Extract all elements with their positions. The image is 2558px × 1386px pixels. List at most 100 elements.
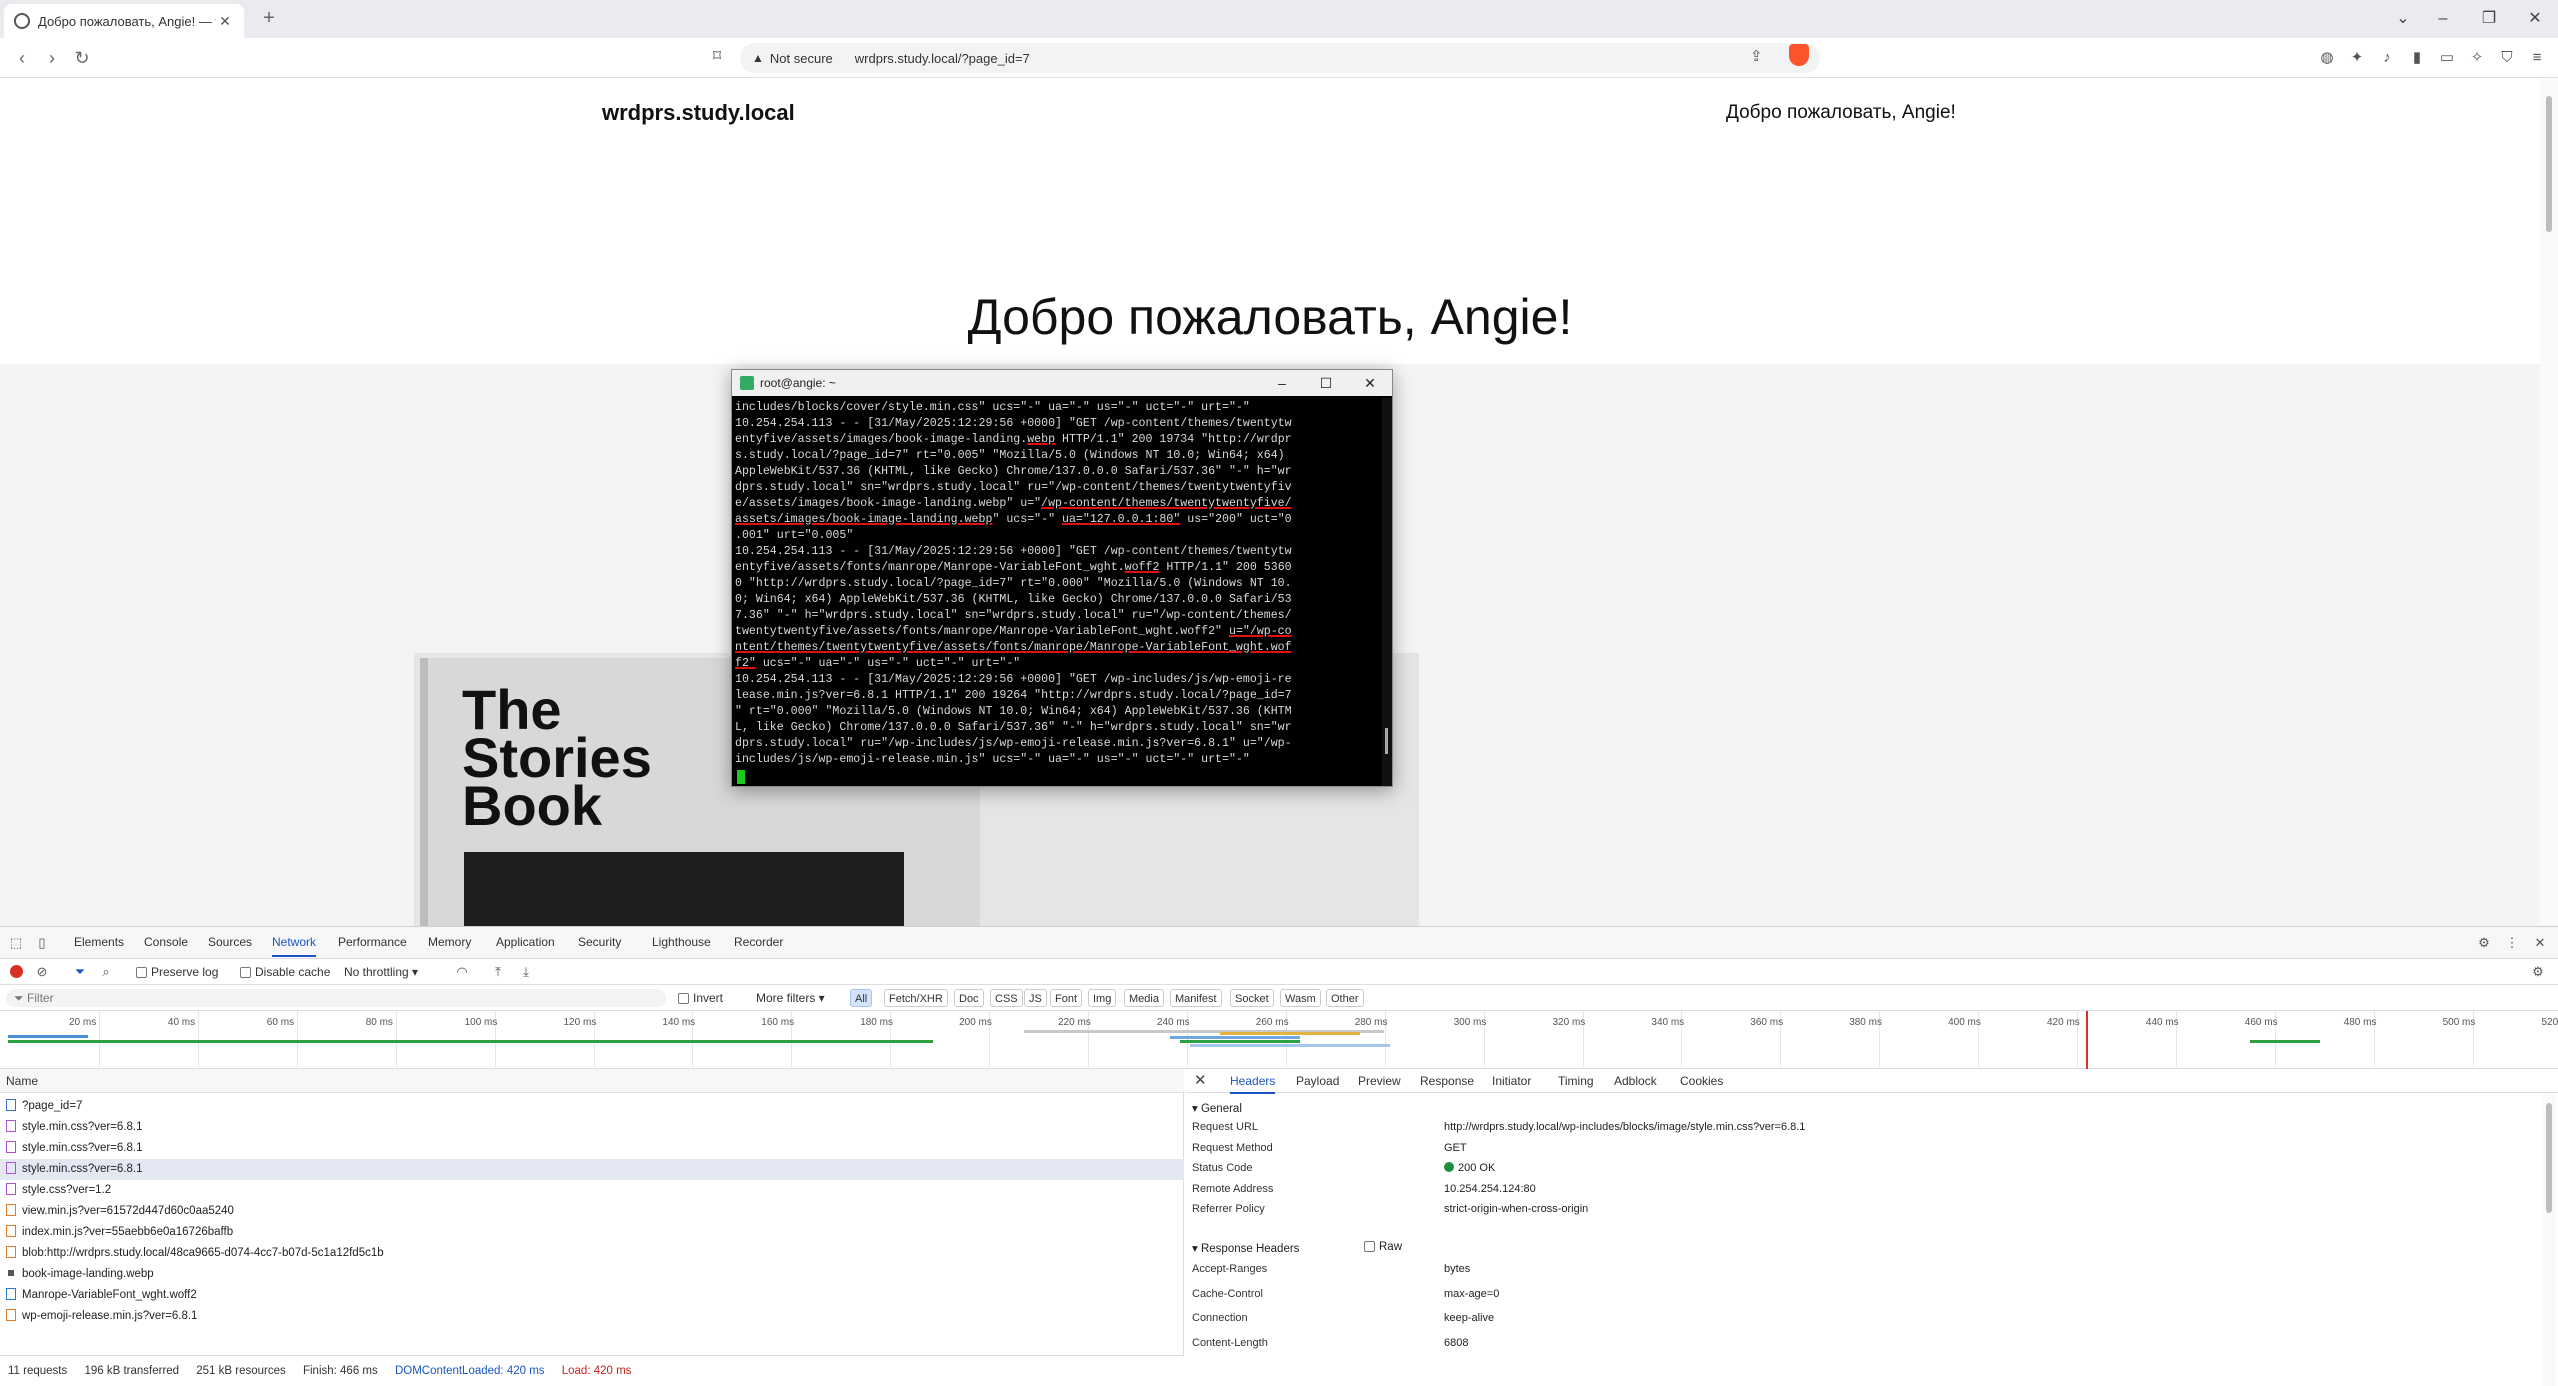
devtools-tab-performance[interactable]: Performance bbox=[338, 935, 407, 949]
clear-icon[interactable]: ⊘ bbox=[32, 962, 52, 982]
brave-shields-icon[interactable] bbox=[1789, 44, 1809, 66]
request-row[interactable]: style.min.css?ver=6.8.1 bbox=[0, 1138, 1184, 1159]
forward-arrow-icon[interactable]: › bbox=[38, 44, 66, 72]
vpn-icon[interactable]: ⛉ bbox=[2496, 47, 2518, 69]
devtools-tab-recorder[interactable]: Recorder bbox=[734, 935, 783, 949]
devtools-settings-gear-icon[interactable]: ⚙ bbox=[2474, 933, 2494, 953]
share-icon[interactable]: ⇪ bbox=[1750, 47, 1763, 65]
devtools-tab-sources[interactable]: Sources bbox=[208, 935, 252, 949]
network-overview-timeline[interactable]: 20 ms 40 ms 60 ms 80 ms 100 ms 120 ms 140 ms 16… bbox=[0, 1011, 2558, 1069]
type-filter-all[interactable]: All bbox=[850, 989, 873, 1007]
throttling-select[interactable]: No throttling ▾ bbox=[344, 965, 418, 979]
close-detail-icon[interactable]: ✕ bbox=[1194, 1071, 1207, 1089]
type-filter-manifest[interactable]: Manifest bbox=[1170, 989, 1222, 1007]
terminal-close-button[interactable]: ✕ bbox=[1348, 370, 1392, 396]
devtools-tab-memory[interactable]: Memory bbox=[428, 935, 471, 949]
devtools-tab-lighthouse[interactable]: Lighthouse bbox=[652, 935, 711, 949]
request-row[interactable]: book-image-landing.webp bbox=[0, 1264, 1184, 1285]
network-conditions-icon[interactable]: ◠ bbox=[452, 962, 472, 982]
menu-icon[interactable]: ≡ bbox=[2526, 47, 2548, 69]
welcome-nav-link[interactable]: Добро пожаловать, Angie! bbox=[1726, 102, 1956, 124]
terminal-maximize-button[interactable]: ☐ bbox=[1304, 370, 1348, 396]
reload-icon[interactable]: ↻ bbox=[68, 44, 96, 72]
network-settings-gear-icon[interactable]: ⚙ bbox=[2528, 962, 2548, 982]
request-row[interactable]: style.css?ver=1.2 bbox=[0, 1180, 1184, 1201]
filter-input[interactable]: ⏷ Filter bbox=[6, 989, 666, 1007]
wallet-icon[interactable]: ▭ bbox=[2436, 47, 2458, 69]
type-filter-img[interactable]: Img bbox=[1088, 989, 1117, 1007]
browser-tab-active[interactable]: Добро пожаловать, Angie! — w ✕ bbox=[4, 4, 244, 38]
general-section-toggle[interactable]: ▾ General bbox=[1192, 1101, 1242, 1115]
security-label[interactable]: Not secure bbox=[770, 51, 833, 66]
devtools-close-icon[interactable]: ✕ bbox=[2530, 933, 2550, 953]
request-row[interactable]: wp-emoji-release.min.js?ver=6.8.1 bbox=[0, 1306, 1184, 1327]
detail-scrollbar[interactable] bbox=[2542, 1093, 2556, 1386]
detail-tab-initiator[interactable]: Initiator bbox=[1492, 1074, 1531, 1088]
type-filter-css[interactable]: CSS bbox=[990, 989, 1023, 1007]
detail-tab-preview[interactable]: Preview bbox=[1358, 1074, 1401, 1088]
site-title[interactable]: wrdprs.study.local bbox=[602, 100, 795, 126]
devtools-tab-network[interactable]: Network bbox=[272, 935, 317, 957]
terminal-minimize-button[interactable]: – bbox=[1260, 370, 1304, 396]
terminal-title: root@angie: ~ bbox=[760, 376, 836, 390]
raw-checkbox[interactable]: Raw bbox=[1364, 1241, 1402, 1253]
detail-tab-payload[interactable]: Payload bbox=[1296, 1074, 1339, 1088]
filter-funnel-icon[interactable]: ⏷ bbox=[70, 962, 90, 982]
import-har-icon[interactable]: ⤒ bbox=[488, 962, 508, 982]
inspect-element-icon[interactable]: ⬚ bbox=[6, 933, 26, 953]
request-row[interactable]: blob:http://wrdprs.study.local/48ca9665-… bbox=[0, 1243, 1184, 1264]
tab-close-icon[interactable]: ✕ bbox=[216, 12, 234, 30]
window-restore-button[interactable]: ❐ bbox=[2466, 0, 2512, 38]
page-scrollbar[interactable] bbox=[2540, 78, 2558, 926]
devtools-tab-security[interactable]: Security bbox=[578, 935, 621, 949]
search-icon[interactable]: ⌕ bbox=[96, 962, 116, 982]
request-row[interactable]: style.min.css?ver=6.8.1 bbox=[0, 1117, 1184, 1138]
address-bar[interactable]: ▲ Not secure wrdprs.study.local/?page_id… bbox=[740, 43, 1820, 73]
device-toolbar-icon[interactable]: ▯ bbox=[32, 933, 52, 953]
column-header-name[interactable]: Name bbox=[0, 1069, 1184, 1093]
request-row[interactable]: Manrope-VariableFont_wght.woff2 bbox=[0, 1285, 1184, 1306]
request-row[interactable]: ?page_id=7 bbox=[0, 1096, 1184, 1117]
request-row[interactable]: style.min.css?ver=6.8.1 bbox=[0, 1159, 1184, 1180]
detail-tab-cookies[interactable]: Cookies bbox=[1680, 1074, 1723, 1088]
request-count: 11 requests bbox=[8, 1365, 68, 1377]
new-tab-button[interactable]: + bbox=[256, 6, 282, 32]
type-filter-font[interactable]: Font bbox=[1050, 989, 1083, 1007]
disable-cache-checkbox[interactable]: Disable cache bbox=[240, 965, 330, 979]
back-arrow-icon[interactable]: ‹ bbox=[8, 44, 36, 72]
response-headers-section-toggle[interactable]: ▾ Response Headers bbox=[1192, 1241, 1299, 1255]
window-minimize-button[interactable]: – bbox=[2420, 0, 2466, 38]
request-row[interactable]: view.min.js?ver=61572d447d60c0aa5240 bbox=[0, 1201, 1184, 1222]
detail-tab-adblock[interactable]: Adblock bbox=[1614, 1074, 1657, 1088]
preserve-log-checkbox[interactable]: Preserve log bbox=[136, 965, 218, 979]
export-har-icon[interactable]: ⤓ bbox=[516, 962, 536, 982]
url-text[interactable]: wrdprs.study.local/?page_id=7 bbox=[855, 51, 1030, 66]
type-filter-wasm[interactable]: Wasm bbox=[1280, 989, 1321, 1007]
invert-checkbox[interactable]: Invert bbox=[678, 991, 723, 1005]
translate-icon[interactable]: ◍ bbox=[2316, 47, 2338, 69]
record-icon[interactable] bbox=[10, 965, 23, 978]
devtools-more-icon[interactable]: ⋮ bbox=[2502, 933, 2522, 953]
type-filter-doc[interactable]: Doc bbox=[954, 989, 984, 1007]
leo-ai-icon[interactable]: ✧ bbox=[2466, 47, 2488, 69]
window-close-button[interactable]: ✕ bbox=[2512, 0, 2558, 38]
bookmark-icon[interactable]: ⌑ bbox=[706, 46, 728, 70]
more-filters-dropdown[interactable]: More filters ▾ bbox=[756, 991, 825, 1005]
type-filter-media[interactable]: Media bbox=[1124, 989, 1164, 1007]
type-filter-other[interactable]: Other bbox=[1326, 989, 1364, 1007]
terminal-window[interactable]: root@angie: ~ – ☐ ✕ includes/blocks/cove… bbox=[731, 369, 1393, 787]
sidebar-icon[interactable]: ▮ bbox=[2406, 47, 2428, 69]
request-row[interactable]: index.min.js?ver=55aebb6e0a16726baffb bbox=[0, 1222, 1184, 1243]
detail-tab-timing[interactable]: Timing bbox=[1558, 1074, 1594, 1088]
music-icon[interactable]: ♪ bbox=[2376, 47, 2398, 69]
type-filter-fetch-xhr[interactable]: Fetch/XHR bbox=[884, 989, 948, 1007]
devtools-tab-console[interactable]: Console bbox=[144, 935, 188, 949]
type-filter-socket[interactable]: Socket bbox=[1230, 989, 1274, 1007]
devtools-tab-elements[interactable]: Elements bbox=[74, 935, 124, 949]
terminal-scrollbar[interactable] bbox=[1382, 398, 1392, 786]
devtools-tab-application[interactable]: Application bbox=[496, 935, 555, 949]
detail-tab-response[interactable]: Response bbox=[1420, 1074, 1474, 1088]
extensions-icon[interactable]: ✦ bbox=[2346, 47, 2368, 69]
type-filter-js[interactable]: JS bbox=[1024, 989, 1047, 1007]
detail-tab-headers[interactable]: Headers bbox=[1230, 1074, 1276, 1094]
